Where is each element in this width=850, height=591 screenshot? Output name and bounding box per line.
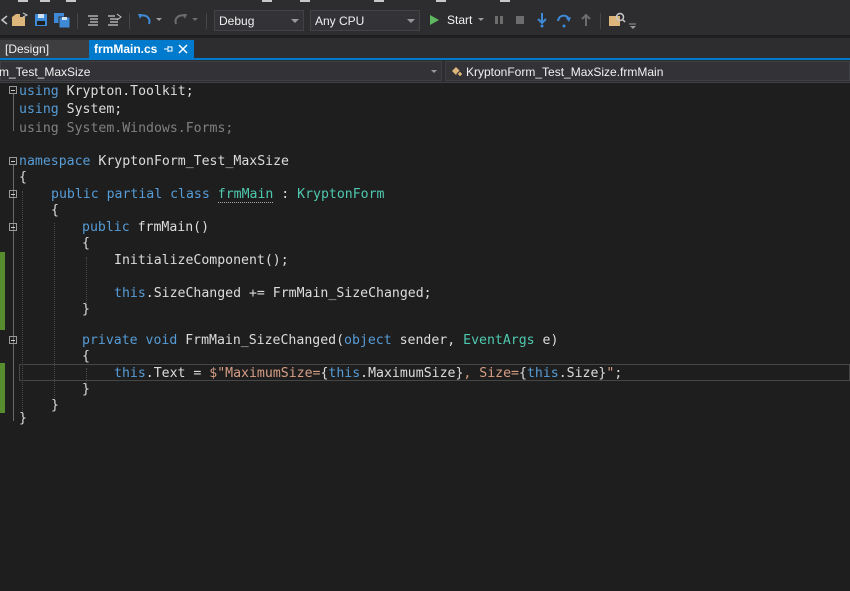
tab-frmmain-cs[interactable]: frmMain.cs (89, 40, 194, 59)
start-button[interactable]: Start (428, 11, 488, 29)
collapse-icon[interactable] (9, 86, 17, 94)
tab-design[interactable]: [Design] (0, 40, 89, 59)
close-icon[interactable] (178, 43, 188, 57)
step-out-icon[interactable] (580, 11, 592, 29)
chevron-down-icon (478, 18, 485, 21)
code-line-4: namespace KryptonForm_Test_MaxSize (19, 154, 289, 169)
code-line-8: public frmMain() (82, 220, 210, 235)
solution-platform-select[interactable]: Any CPU (310, 10, 420, 31)
find-in-files-icon[interactable] (608, 11, 626, 29)
code-line-15: this.Text = $"MaximumSize={this.MaximumS… (114, 366, 623, 381)
redo-icon[interactable] (171, 11, 189, 29)
code-line-1: using Krypton.Toolkit; (19, 84, 194, 99)
code-line-6: public partial class frmMain : KryptonFo… (51, 187, 385, 203)
fold-line (13, 165, 14, 421)
document-tab-strip: [Design] frmMain.cs (0, 38, 850, 59)
step-over-icon[interactable] (556, 11, 572, 29)
code-line-3: using System.Windows.Forms; (19, 121, 234, 136)
undo-icon[interactable] (136, 11, 154, 29)
back-icon[interactable] (0, 11, 8, 29)
code-line-2: using System; (19, 102, 123, 117)
platform-value: Any CPU (315, 14, 365, 28)
comment-lines-icon[interactable] (86, 11, 100, 29)
code-line-9: { (82, 236, 90, 251)
collapse-icon[interactable] (9, 336, 17, 344)
chevron-down-icon (407, 19, 415, 23)
stop-icon[interactable] (514, 11, 526, 29)
pause-icon[interactable] (493, 11, 505, 29)
save-all-icon[interactable] (53, 11, 71, 29)
class-icon (452, 67, 464, 78)
standard-toolbar: Debug Any CPU Start (0, 5, 850, 35)
collapse-icon[interactable] (9, 157, 17, 165)
project-value: m_Test_MaxSize (0, 65, 91, 79)
code-line-5: { (19, 170, 27, 185)
start-label: Start (447, 13, 473, 27)
project-dropdown[interactable]: m_Test_MaxSize (0, 61, 442, 81)
tab-frmmain-label: frmMain.cs (94, 42, 158, 56)
code-line-13: private void FrmMain_SizeChanged(object … (82, 333, 559, 348)
open-project-icon[interactable] (11, 11, 29, 29)
code-line-12: } (82, 302, 90, 317)
code-line-18: } (19, 411, 27, 426)
toolbar-options-icon[interactable] (628, 17, 638, 35)
redo-dropdown-icon[interactable] (191, 11, 199, 29)
code-line-17: } (51, 398, 59, 413)
uncomment-lines-icon[interactable] (106, 11, 122, 29)
tab-design-label: [Design] (5, 42, 50, 56)
undo-dropdown-icon[interactable] (155, 11, 163, 29)
collapse-icon[interactable] (9, 223, 17, 231)
type-value: KryptonForm_Test_MaxSize.frmMain (466, 65, 664, 79)
configuration-value: Debug (219, 14, 255, 28)
chevron-down-icon (431, 70, 437, 73)
chevron-down-icon (291, 19, 299, 23)
indent-guide (86, 257, 87, 305)
code-line-10: InitializeComponent(); (114, 253, 289, 268)
change-indicator (0, 363, 5, 413)
solution-configuration-select[interactable]: Debug (214, 10, 304, 31)
code-line-14: { (82, 349, 90, 364)
code-editor[interactable]: using Krypton.Toolkit; using System; usi… (0, 83, 850, 591)
change-indicator (0, 252, 5, 330)
save-icon[interactable] (33, 11, 49, 29)
navigation-bar: m_Test_MaxSize KryptonForm_Test_MaxSize.… (0, 60, 850, 83)
play-icon (430, 15, 439, 25)
code-line-16: } (82, 382, 90, 397)
code-line-7: { (51, 203, 59, 218)
type-dropdown[interactable]: KryptonForm_Test_MaxSize.frmMain (445, 61, 850, 81)
pin-icon[interactable] (163, 43, 173, 57)
code-line-11: this.SizeChanged += FrmMain_SizeChanged; (114, 286, 432, 301)
fold-line (13, 94, 14, 131)
collapse-icon[interactable] (9, 190, 17, 198)
step-into-icon[interactable] (535, 11, 549, 29)
